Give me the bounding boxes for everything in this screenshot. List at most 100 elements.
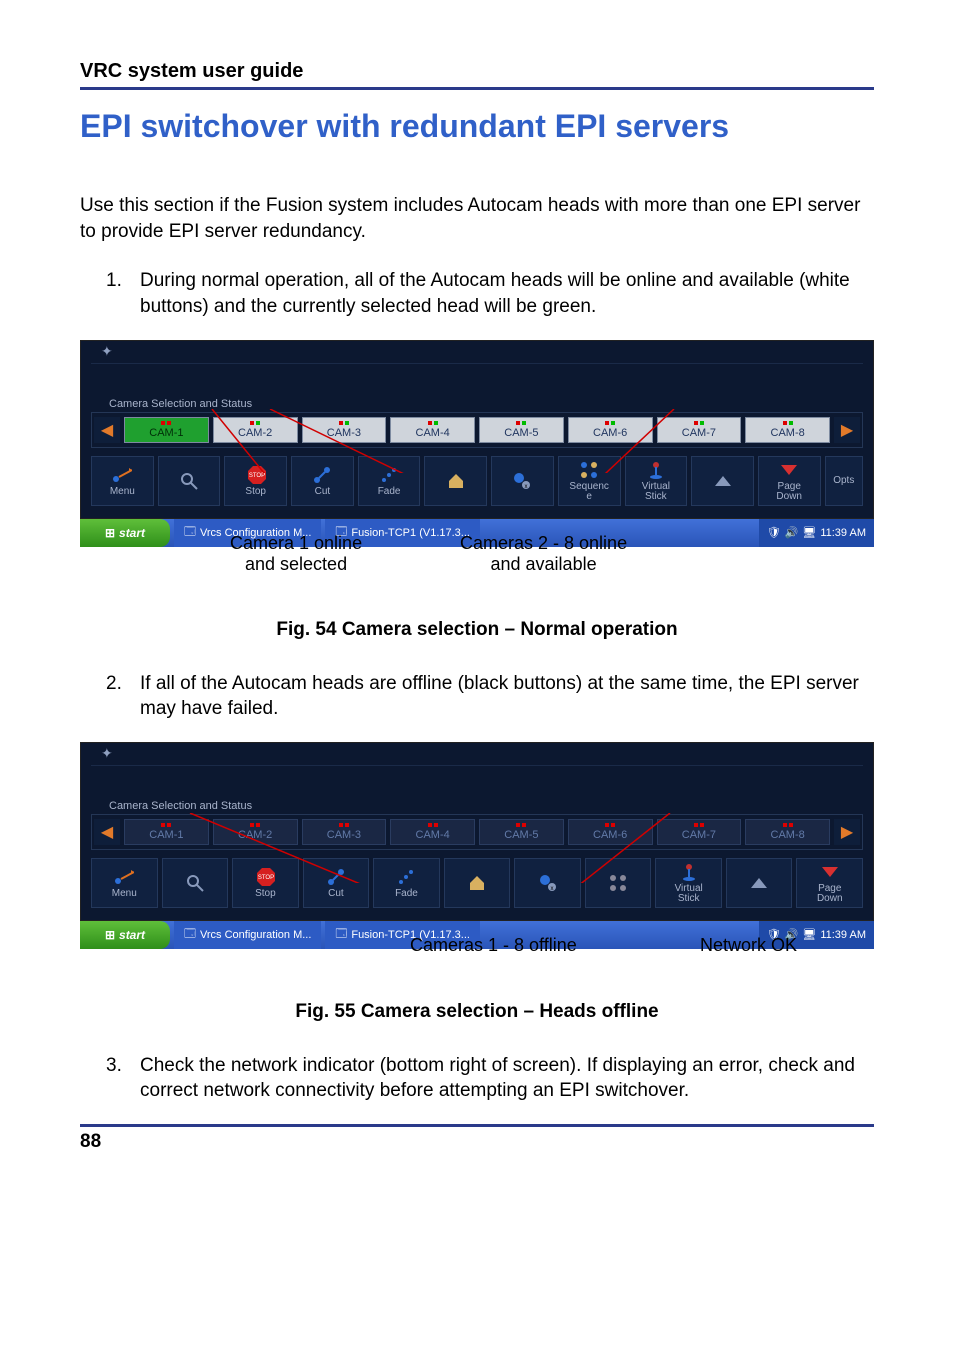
page-down-button[interactable]: Page Down [758,456,821,506]
menu-icon [114,867,134,887]
tool-label: Page Down [776,482,802,502]
scene-icon: x [512,471,532,491]
cam-label: CAM-5 [504,829,538,841]
magnifier-icon [179,471,199,491]
home-icon [446,471,466,491]
page-number: 88 [80,1124,874,1153]
svg-text:x: x [550,886,553,892]
sequence-icon [608,873,628,893]
cut-icon [312,465,332,485]
fade-button[interactable]: Fade [358,456,421,506]
stop-icon: STOP [255,867,275,887]
fade-button[interactable]: Fade [373,858,440,908]
camera-button-5[interactable]: CAM-5 [479,417,564,443]
cam-label: CAM-4 [416,427,450,439]
virtual-stick-button[interactable]: Virtual Stick [655,858,722,908]
page-up-icon [713,471,733,491]
menu-button[interactable]: Menu [91,858,158,908]
camera-button-2[interactable]: CAM-2 [213,417,298,443]
camera-button-5[interactable]: CAM-5 [479,819,564,845]
camera-button-4[interactable]: CAM-4 [390,819,475,845]
annotations: Cameras 1 - 8 offline Network OK [80,935,874,985]
next-camera-button[interactable]: ▶ [834,819,860,845]
tool-label: Fade [378,487,401,497]
annotation-1: Camera 1 online and selected [230,533,362,576]
camera-button-2[interactable]: CAM-2 [213,819,298,845]
cam-label: CAM-6 [593,427,627,439]
svg-text:x: x [525,484,528,490]
tool-label: Menu [112,889,137,899]
stop-button[interactable]: STOP Stop [232,858,299,908]
page-up-icon [749,873,769,893]
step-number: 1. [80,268,140,319]
zoom-button[interactable] [162,858,229,908]
app-window: ✦ Camera Selection and Status ◀ CAM-1 CA… [80,340,874,519]
svg-text:STOP: STOP [258,875,274,881]
camera-button-8[interactable]: CAM-8 [745,819,830,845]
scene-button[interactable]: x [491,456,554,506]
pin-icon: ✦ [101,745,113,761]
camera-row: ◀ CAM-1 CAM-2 CA [91,814,863,850]
app-window: ✦ Camera Selection and Status ◀ CAM-1 CA… [80,742,874,921]
page-up-button[interactable] [691,456,754,506]
camera-button-1[interactable]: CAM-1 [124,819,209,845]
cut-button[interactable]: Cut [291,456,354,506]
chevron-left-icon: ◀ [101,822,113,842]
next-camera-button[interactable]: ▶ [834,417,860,443]
cam-label: CAM-5 [504,427,538,439]
page-up-button[interactable] [726,858,793,908]
annotation-1: Cameras 1 - 8 offline [410,935,577,957]
figure-55: ✦ Camera Selection and Status ◀ CAM-1 CA… [80,742,874,1023]
prev-camera-button[interactable]: ◀ [94,417,120,443]
figure-caption: Fig. 54 Camera selection – Normal operat… [80,619,874,641]
scene-button[interactable]: x [514,858,581,908]
tool-label: Menu [110,487,135,497]
camera-button-6[interactable]: CAM-6 [568,417,653,443]
camera-button-7[interactable]: CAM-7 [657,417,742,443]
page-down-icon [820,862,840,882]
annotation-2: Cameras 2 - 8 online and available [460,533,627,576]
cam-label: CAM-3 [327,829,361,841]
magnifier-icon [185,873,205,893]
home-button[interactable] [424,456,487,506]
fade-icon [379,465,399,485]
sequence-button[interactable]: Sequenc e [558,456,621,506]
page-title: EPI switchover with redundant EPI server… [80,108,874,145]
cam-label: CAM-8 [771,829,805,841]
tool-label: Fade [395,889,418,899]
stop-icon: STOP [246,465,266,485]
home-button[interactable] [444,858,511,908]
menu-button[interactable]: Menu [91,456,154,506]
camera-button-7[interactable]: CAM-7 [657,819,742,845]
sequence-button[interactable] [585,858,652,908]
cam-label: CAM-2 [238,427,272,439]
camera-button-4[interactable]: CAM-4 [390,417,475,443]
tool-label: Virtual Stick [675,884,703,904]
virtual-stick-button[interactable]: Virtual Stick [625,456,688,506]
cam-label: CAM-1 [149,829,183,841]
zoom-button[interactable] [158,456,221,506]
tool-label: Stop [255,889,276,899]
chevron-left-icon: ◀ [101,420,113,440]
annotation-2: Network OK [700,935,797,957]
chevron-right-icon: ▶ [841,420,853,440]
stop-button[interactable]: STOP Stop [224,456,287,506]
page-down-button[interactable]: Page Down [796,858,863,908]
cut-button[interactable]: Cut [303,858,370,908]
step-text: If all of the Autocam heads are offline … [140,671,874,722]
prev-camera-button[interactable]: ◀ [94,819,120,845]
sequence-icon [579,460,599,480]
step-number: 2. [80,671,140,722]
home-icon [467,873,487,893]
camera-button-8[interactable]: CAM-8 [745,417,830,443]
step-text: Check the network indicator (bottom righ… [140,1053,874,1104]
cam-label: CAM-3 [327,427,361,439]
figure-54: ✦ Camera Selection and Status ◀ CAM-1 CA… [80,340,874,641]
cam-label: CAM-7 [682,829,716,841]
opts-button[interactable]: Opts [825,456,863,506]
figure-caption: Fig. 55 Camera selection – Heads offline [80,1001,874,1023]
camera-button-1[interactable]: CAM-1 [124,417,209,443]
camera-button-3[interactable]: CAM-3 [302,819,387,845]
camera-button-6[interactable]: CAM-6 [568,819,653,845]
camera-button-3[interactable]: CAM-3 [302,417,387,443]
